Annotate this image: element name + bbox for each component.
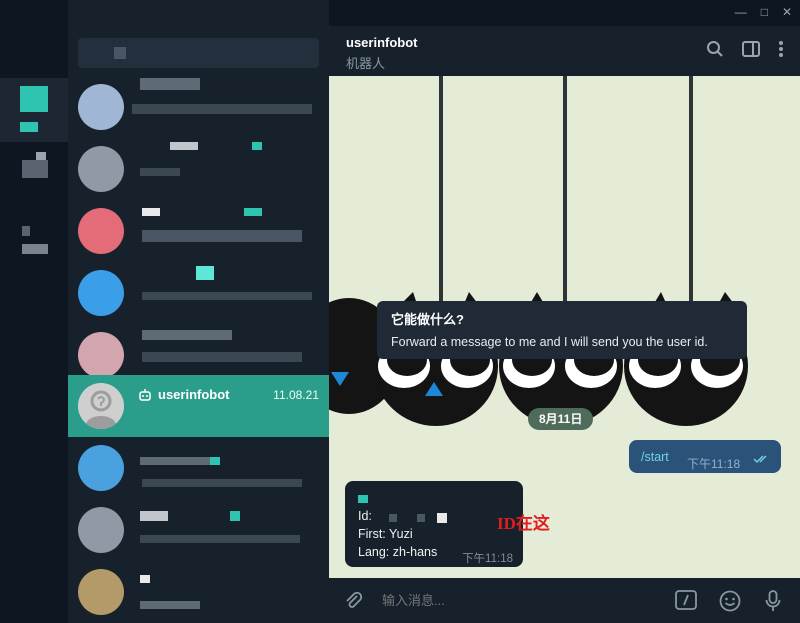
date-separator: 8月11日 — [528, 408, 594, 430]
message-time: 下午11:18 — [462, 553, 513, 565]
sender-mark — [358, 495, 368, 503]
message-lang-line: Lang: zh-hans — [358, 545, 438, 559]
avatar — [78, 84, 124, 130]
chat-row-7[interactable] — [68, 437, 329, 499]
chat-row-1[interactable] — [68, 76, 329, 138]
message-time: 下午11:18 — [687, 457, 741, 471]
more-icon[interactable] — [778, 40, 784, 58]
chat-wallpaper: 它能做什么? Forward a message to me and I wil… — [329, 76, 800, 578]
chat-date: 11.08.21 — [273, 388, 319, 402]
double-check-icon — [753, 455, 767, 464]
composer — [329, 578, 800, 623]
id-annotation: ID在这 — [497, 514, 550, 533]
bot-icon — [139, 388, 151, 401]
sidebar-icon[interactable] — [742, 41, 760, 57]
avatar — [78, 507, 124, 553]
chat-header-title: userinfobot — [346, 35, 418, 50]
avatar — [78, 383, 124, 429]
attach-icon[interactable] — [343, 590, 363, 610]
bot-info-text: Forward a message to me and I will send … — [391, 335, 708, 349]
outgoing-message[interactable]: /start 下午11:18 — [629, 440, 781, 473]
avatar — [78, 208, 124, 254]
bot-info-title: 它能做什么? — [391, 312, 464, 327]
user-placeholder-icon — [78, 383, 124, 429]
folder-rail — [0, 0, 68, 623]
close-button[interactable]: ✕ — [782, 5, 792, 19]
chat-header-subtitle: 机器人 — [346, 56, 386, 71]
avatar — [78, 146, 124, 192]
chat-row-userinfobot[interactable]: userinfobot 11.08.21 — [68, 375, 329, 437]
chat-row-9[interactable] — [68, 561, 329, 623]
maximize-button[interactable]: □ — [761, 5, 768, 19]
search-icon[interactable] — [706, 40, 724, 58]
avatar — [78, 332, 124, 378]
chat-row-4[interactable] — [68, 262, 329, 324]
message-input[interactable] — [382, 593, 632, 608]
chat-title: userinfobot — [138, 387, 230, 402]
chat-row-2[interactable] — [68, 138, 329, 200]
emoji-icon[interactable] — [719, 590, 741, 612]
avatar — [78, 270, 124, 316]
commands-icon[interactable] — [675, 590, 697, 610]
minimize-button[interactable]: — — [735, 5, 747, 19]
search-input[interactable] — [78, 38, 319, 68]
chat-row-8[interactable] — [68, 499, 329, 561]
mic-icon[interactable] — [765, 590, 781, 612]
message-first-line: First: Yuzi — [358, 527, 413, 541]
chat-title-text: userinfobot — [158, 387, 230, 402]
bot-info-card: 它能做什么? Forward a message to me and I wil… — [377, 301, 747, 359]
chat-list: userinfobot 11.08.21 — [68, 20, 329, 623]
chat-panel: — □ ✕ userinfobot 机器人 它能做什么? Forward a m… — [329, 0, 800, 623]
chat-header[interactable]: userinfobot 机器人 — [329, 26, 800, 76]
chat-row-3[interactable] — [68, 200, 329, 262]
avatar — [78, 445, 124, 491]
message-text[interactable]: /start — [641, 450, 669, 464]
window-titlebar: — □ ✕ — [329, 0, 800, 26]
avatar — [78, 569, 124, 615]
folder-item-all[interactable] — [0, 78, 68, 142]
message-id-line: Id: — [358, 509, 372, 523]
